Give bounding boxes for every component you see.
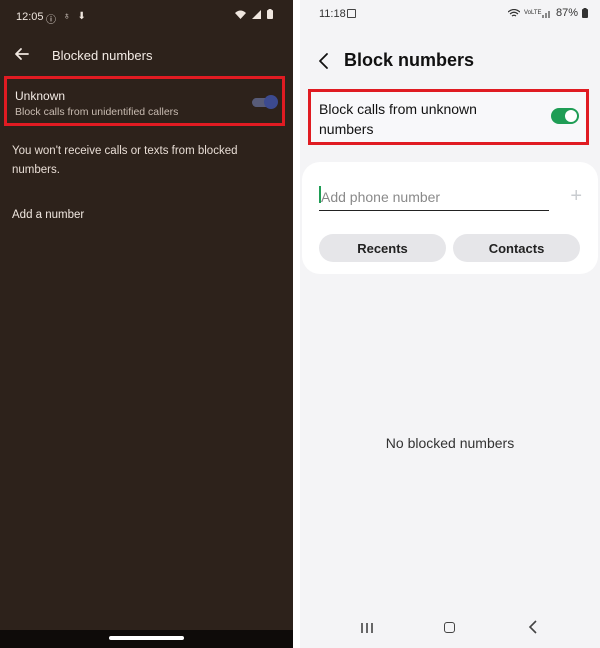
status-notification-icons: ⓘ ♁ ⬇ — [46, 11, 86, 26]
phone-number-input[interactable] — [319, 184, 549, 211]
add-number-item[interactable]: Add a number — [12, 209, 84, 221]
status-time: 11:18 — [319, 8, 346, 20]
battery-icon — [582, 8, 588, 18]
page-title: Blocked numbers — [52, 48, 153, 63]
gallery-icon — [347, 9, 356, 18]
wifi-icon — [235, 10, 246, 19]
block-unknown-label: Block calls from unknown numbers — [319, 101, 477, 137]
back-chevron-icon[interactable] — [316, 52, 332, 70]
battery-icon — [267, 9, 273, 19]
status-bar: 12:05 ⓘ ♁ ⬇ — [0, 0, 293, 36]
left-phone-screen: 12:05 ⓘ ♁ ⬇ Blocked numbers Unknown Bloc… — [0, 0, 293, 648]
add-plus-icon[interactable]: + — [570, 186, 582, 206]
signal-icon — [541, 10, 550, 18]
navigation-bar — [300, 615, 600, 643]
battery-percent: 87% — [555, 7, 578, 19]
back-arrow-icon[interactable] — [12, 44, 32, 64]
carrier-label: VoLTE — [523, 9, 542, 16]
empty-state-text: No blocked numbers — [385, 435, 515, 451]
bulb-icon: ♁ — [63, 11, 71, 22]
page-title: Block numbers — [344, 50, 475, 70]
status-bar: 11:18 VoLTE 87% — [300, 0, 600, 30]
block-unknown-setting[interactable]: Block calls from unknown numbers — [308, 89, 589, 145]
unknown-subtitle: Block calls from unidentified callers — [15, 106, 179, 118]
mic-icon: ⬇ — [77, 11, 86, 22]
gesture-pill[interactable] — [109, 636, 184, 640]
contacts-button[interactable]: Contacts — [453, 234, 580, 262]
text-cursor — [319, 186, 321, 203]
app-bar: Blocked numbers — [0, 40, 293, 72]
wifi-calling-icon — [507, 8, 520, 16]
recent-apps-icon[interactable] — [360, 621, 374, 635]
status-time: 12:05 — [16, 11, 44, 23]
recents-button[interactable]: Recents — [319, 234, 446, 262]
signal-icon — [252, 9, 261, 19]
home-icon[interactable] — [444, 622, 455, 633]
unknown-toggle[interactable] — [252, 95, 278, 109]
right-phone-screen: 11:18 VoLTE 87% Block numbers Block call… — [300, 0, 600, 648]
info-icon: ⓘ — [46, 15, 56, 26]
status-system-icons: VoLTE 87% — [507, 7, 588, 19]
unknown-callers-setting[interactable]: Unknown Block calls from unidentified ca… — [4, 76, 285, 126]
blocked-info-text: You won't receive calls or texts from bl… — [12, 145, 238, 176]
block-unknown-switch[interactable] — [551, 108, 579, 124]
back-nav-icon[interactable] — [528, 620, 538, 634]
add-number-panel: + Recents Contacts — [302, 162, 598, 274]
unknown-title: Unknown — [15, 89, 66, 103]
toggle-knob — [264, 95, 278, 109]
switch-knob — [565, 110, 577, 122]
status-system-icons — [235, 9, 273, 19]
